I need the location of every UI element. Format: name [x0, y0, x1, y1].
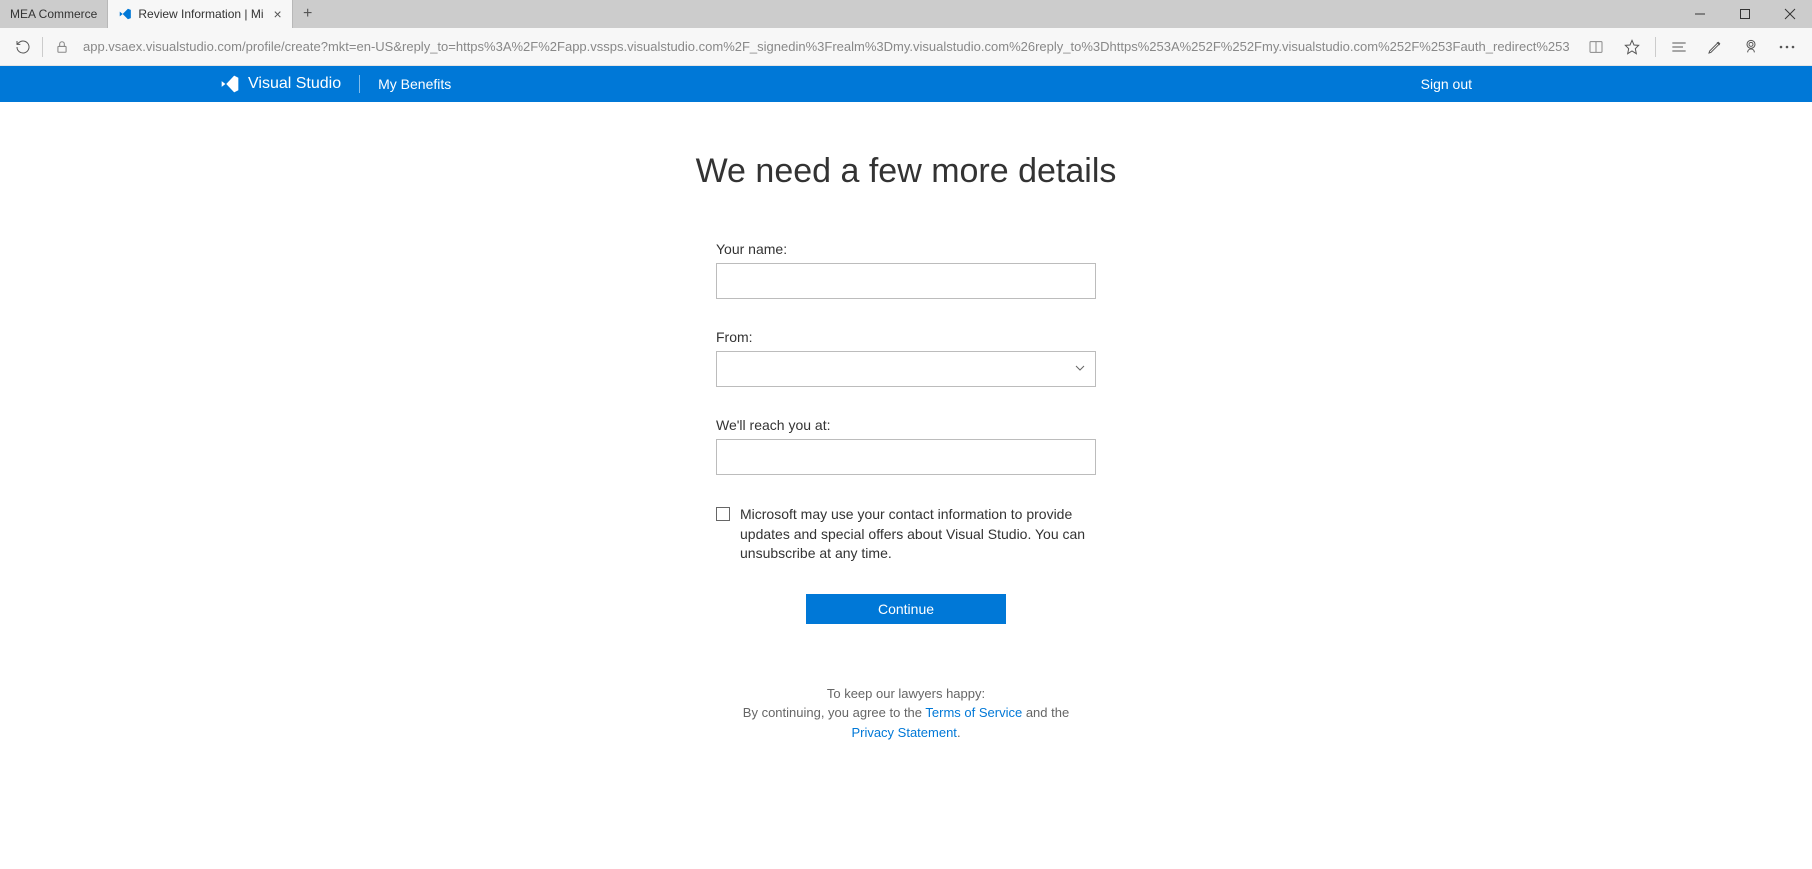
- browser-tab-1[interactable]: MEA Commerce: [0, 0, 108, 28]
- visual-studio-logo[interactable]: Visual Studio: [220, 74, 341, 94]
- from-select[interactable]: [716, 351, 1096, 387]
- tab-label: Review Information | Mi: [138, 7, 263, 21]
- window-controls: [1677, 0, 1812, 28]
- lock-icon[interactable]: [47, 32, 77, 62]
- legal-line1: To keep our lawyers happy:: [827, 686, 985, 701]
- separator: [42, 37, 43, 57]
- sign-out-link[interactable]: Sign out: [1421, 76, 1472, 92]
- legal-suffix: .: [957, 725, 961, 740]
- refresh-button[interactable]: [8, 32, 38, 62]
- nav-divider: [359, 75, 360, 93]
- marketing-checkbox-row: Microsoft may use your contact informati…: [716, 505, 1096, 564]
- name-input[interactable]: [716, 263, 1096, 299]
- address-bar: [0, 28, 1812, 66]
- contact-group: We'll reach you at:: [716, 417, 1096, 475]
- close-tab-icon[interactable]: ×: [274, 7, 282, 21]
- privacy-statement-link[interactable]: Privacy Statement: [851, 725, 957, 740]
- browser-tab-strip: MEA Commerce Review Information | Mi × +: [0, 0, 1812, 28]
- terms-of-service-link[interactable]: Terms of Service: [925, 705, 1022, 720]
- my-benefits-link[interactable]: My Benefits: [378, 76, 451, 92]
- page-title: We need a few more details: [696, 152, 1117, 191]
- close-window-button[interactable]: [1767, 0, 1812, 28]
- vs-logo-icon: [220, 74, 240, 94]
- browser-tab-2-active[interactable]: Review Information | Mi ×: [108, 0, 292, 28]
- contact-input[interactable]: [716, 439, 1096, 475]
- web-note-icon[interactable]: [1698, 32, 1732, 62]
- from-label: From:: [716, 329, 1096, 345]
- top-nav-bar: Visual Studio My Benefits Sign out: [0, 66, 1812, 102]
- contact-label: We'll reach you at:: [716, 417, 1096, 433]
- separator: [1655, 37, 1656, 57]
- marketing-checkbox-label: Microsoft may use your contact informati…: [740, 505, 1096, 564]
- url-input[interactable]: [77, 39, 1579, 54]
- legal-text: To keep our lawyers happy: By continuing…: [716, 684, 1096, 743]
- reading-view-icon[interactable]: [1579, 32, 1613, 62]
- from-group: From:: [716, 329, 1096, 387]
- tab-label: MEA Commerce: [10, 7, 97, 21]
- maximize-button[interactable]: [1722, 0, 1767, 28]
- name-label: Your name:: [716, 241, 1096, 257]
- minimize-button[interactable]: [1677, 0, 1722, 28]
- brand-text: Visual Studio: [248, 75, 341, 93]
- marketing-checkbox[interactable]: [716, 507, 730, 521]
- legal-prefix: By continuing, you agree to the: [743, 705, 926, 720]
- page-content: We need a few more details Your name: Fr…: [0, 102, 1812, 742]
- share-icon[interactable]: [1734, 32, 1768, 62]
- more-icon[interactable]: [1770, 32, 1804, 62]
- continue-button[interactable]: Continue: [806, 594, 1006, 624]
- vs-favicon-icon: [118, 7, 132, 21]
- new-tab-button[interactable]: +: [293, 0, 323, 28]
- hub-icon[interactable]: [1662, 32, 1696, 62]
- favorite-star-icon[interactable]: [1615, 32, 1649, 62]
- legal-mid: and the: [1022, 705, 1069, 720]
- name-group: Your name:: [716, 241, 1096, 299]
- profile-form: Your name: From: We'll reach you at: Mic…: [716, 241, 1096, 742]
